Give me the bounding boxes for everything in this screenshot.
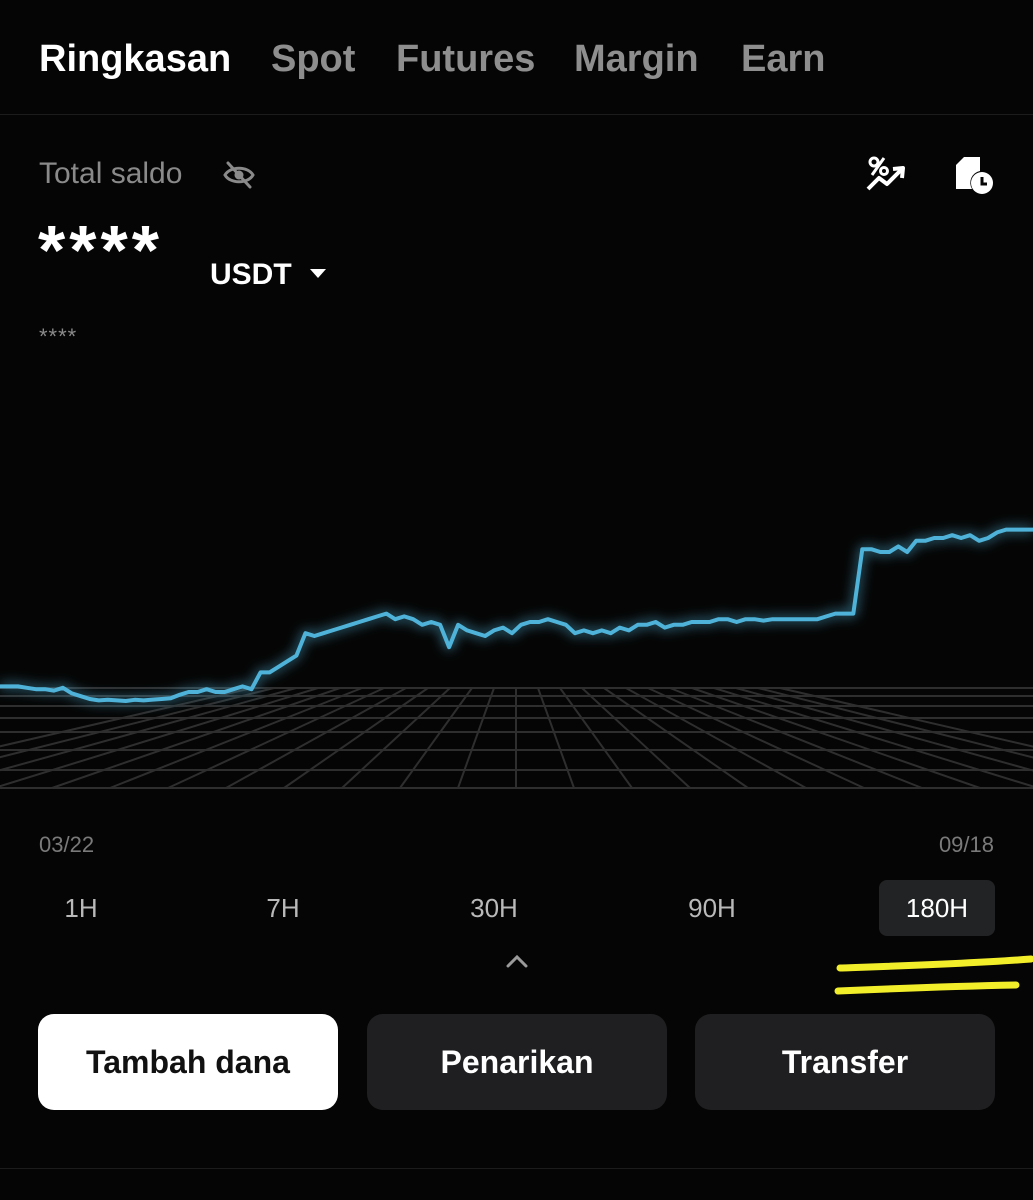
grid-line	[669, 687, 923, 789]
balance-chart[interactable]	[0, 360, 1033, 800]
converted-balance-value: ****	[39, 324, 78, 349]
tab-spot[interactable]: Spot	[271, 38, 355, 81]
grid-line	[713, 687, 1033, 788]
grid-line	[691, 687, 981, 789]
highlight-marker	[834, 955, 1033, 995]
history-icon[interactable]	[950, 153, 994, 197]
grid-line	[603, 687, 749, 789]
tab-margin[interactable]: Margin	[574, 38, 699, 81]
grid-line	[399, 687, 473, 789]
range-7h[interactable]: 7H	[252, 880, 314, 936]
chart-end-date: 09/18	[938, 832, 994, 857]
currency-label: USDT	[210, 258, 292, 291]
tab-earn[interactable]: Earn	[741, 38, 825, 81]
grid-line	[109, 687, 363, 789]
grid-line	[0, 687, 319, 788]
chevron-up-icon[interactable]	[503, 951, 531, 971]
grid-line	[457, 687, 495, 789]
grid-line	[537, 687, 575, 789]
account-tabs: Ringkasan Spot Futures Margin Earn	[0, 0, 1033, 115]
eye-off-icon[interactable]	[222, 160, 256, 190]
grid-line	[559, 687, 633, 789]
divider	[0, 1168, 1033, 1169]
range-30h[interactable]: 30H	[458, 880, 530, 936]
balance-line	[0, 527, 1033, 703]
total-balance-value: ****	[38, 211, 163, 289]
withdraw-button[interactable]: Penarikan	[367, 1014, 667, 1110]
grid-line	[341, 687, 451, 789]
deposit-button[interactable]: Tambah dana	[38, 1014, 338, 1110]
range-90h[interactable]: 90H	[676, 880, 748, 936]
currency-selector[interactable]: USDT	[210, 258, 326, 292]
transfer-button[interactable]: Transfer	[695, 1014, 995, 1110]
range-180h[interactable]: 180H	[879, 880, 995, 936]
grid-line	[51, 687, 341, 789]
tab-ringkasan[interactable]: Ringkasan	[39, 38, 231, 81]
grid-line	[283, 687, 429, 789]
pnl-analysis-icon[interactable]	[864, 153, 908, 197]
grid-line	[581, 687, 691, 789]
total-balance-label: Total saldo	[39, 157, 183, 190]
tab-futures[interactable]: Futures	[396, 38, 535, 81]
caret-down-icon	[309, 268, 326, 278]
chart-start-date: 03/22	[39, 832, 95, 857]
grid-line	[225, 687, 407, 789]
range-1h[interactable]: 1H	[50, 880, 112, 936]
chart-floor-grid	[0, 687, 1033, 789]
grid-line	[625, 687, 807, 789]
grid-line	[167, 687, 385, 789]
grid-line	[647, 687, 865, 789]
